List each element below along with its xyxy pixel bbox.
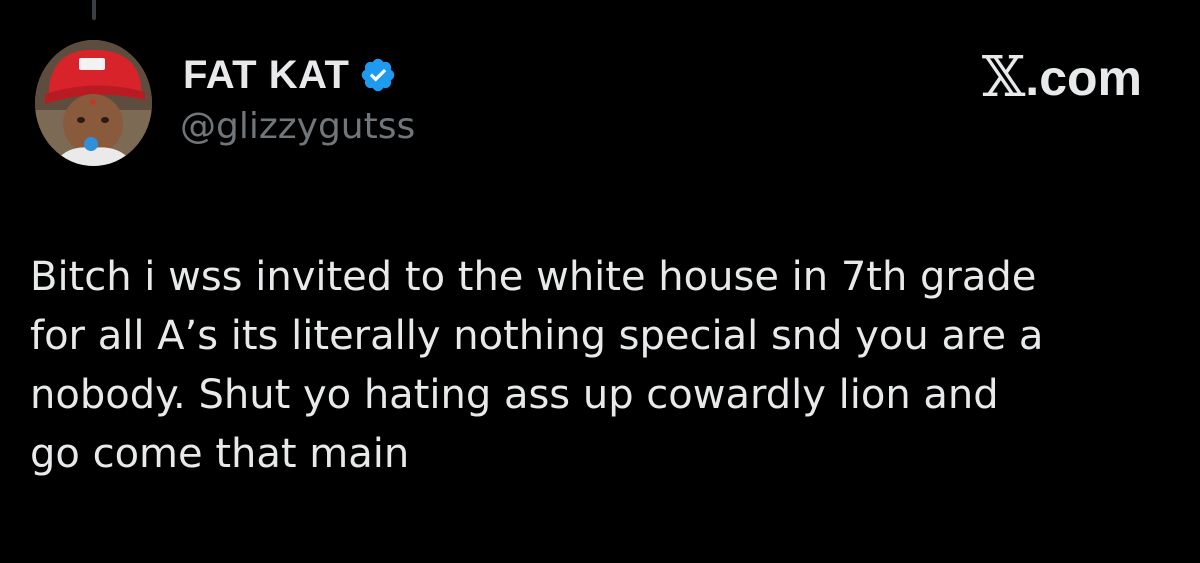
author-display-name[interactable]: FAT KAT [183,53,349,98]
tweet-text-line: for all A’s its literally nothing specia… [30,313,1044,359]
tweet-text-line: Bitch i wss invited to the white house i… [30,254,1037,300]
tweet-text-line: nobody. Shut yo hating ass up cowardly l… [30,372,999,418]
thread-connector-line [92,0,96,20]
author-handle[interactable]: @glizzygutss [180,106,415,147]
avatar[interactable] [35,40,152,166]
profile-photo-avatar [35,40,152,166]
site-domain-text: .com [1025,50,1142,106]
tweet-text-line: go come that main [30,431,410,477]
x-com-watermark: 𝕏 .com [982,50,1142,106]
tweet-text: Bitch i wss invited to the white house i… [30,248,1180,484]
verified-checkmark-icon[interactable] [359,56,397,94]
author-name-row: FAT KAT [183,52,397,98]
x-logo-icon: 𝕏 [981,45,1026,110]
